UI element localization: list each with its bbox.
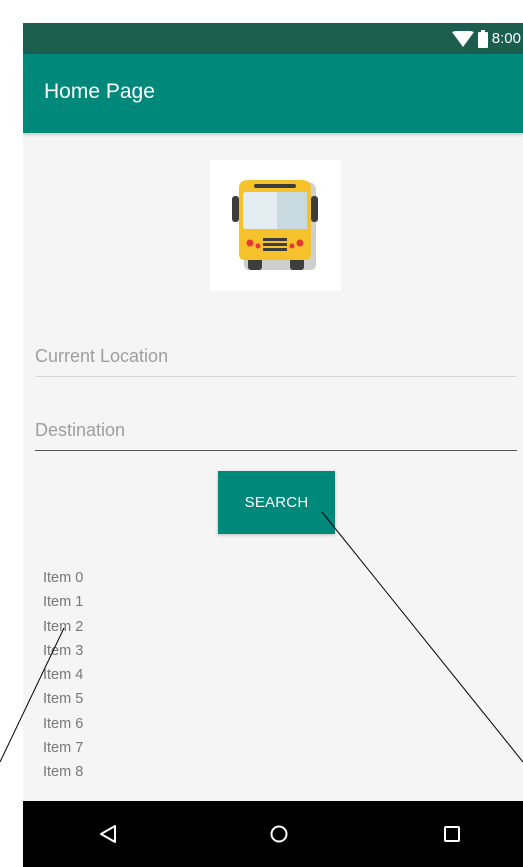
- battery-icon: [477, 29, 488, 48]
- page-title: Home Page: [44, 80, 155, 103]
- home-button[interactable]: [249, 801, 309, 867]
- list-item[interactable]: Item 1: [43, 590, 83, 614]
- back-icon: [100, 825, 116, 843]
- list-item[interactable]: Item 4: [43, 663, 83, 687]
- navigation-bar: [23, 801, 523, 867]
- home-icon: [270, 825, 288, 843]
- list-item[interactable]: Item 5: [43, 687, 83, 711]
- back-button[interactable]: [78, 801, 138, 867]
- list-item[interactable]: Item 0: [43, 566, 83, 590]
- app-bar: Home Page: [23, 54, 523, 133]
- recents-button[interactable]: [422, 801, 482, 867]
- current-location-input[interactable]: [35, 336, 517, 377]
- results-list: Item 0 Item 1 Item 2 Item 3 Item 4 Item …: [43, 566, 83, 785]
- phone-screen: 8:00 Home Page Current Location Destinat…: [23, 23, 523, 867]
- search-button[interactable]: SEARCH: [218, 471, 335, 534]
- list-item[interactable]: Item 8: [43, 760, 83, 784]
- status-time: 8:00: [491, 30, 521, 47]
- list-item[interactable]: Item 6: [43, 712, 83, 736]
- recents-icon: [444, 826, 460, 842]
- status-icons: 8:00: [451, 23, 521, 54]
- destination-input[interactable]: [35, 410, 517, 451]
- bus-logo: [210, 160, 341, 291]
- bus-icon: [232, 180, 318, 270]
- screenshot-frame: 8:00 Home Page Current Location Destinat…: [0, 0, 523, 867]
- list-item[interactable]: Item 2: [43, 615, 83, 639]
- wifi-icon: [451, 30, 474, 47]
- list-item[interactable]: Item 3: [43, 639, 83, 663]
- list-item[interactable]: Item 7: [43, 736, 83, 760]
- status-bar: 8:00: [23, 23, 523, 54]
